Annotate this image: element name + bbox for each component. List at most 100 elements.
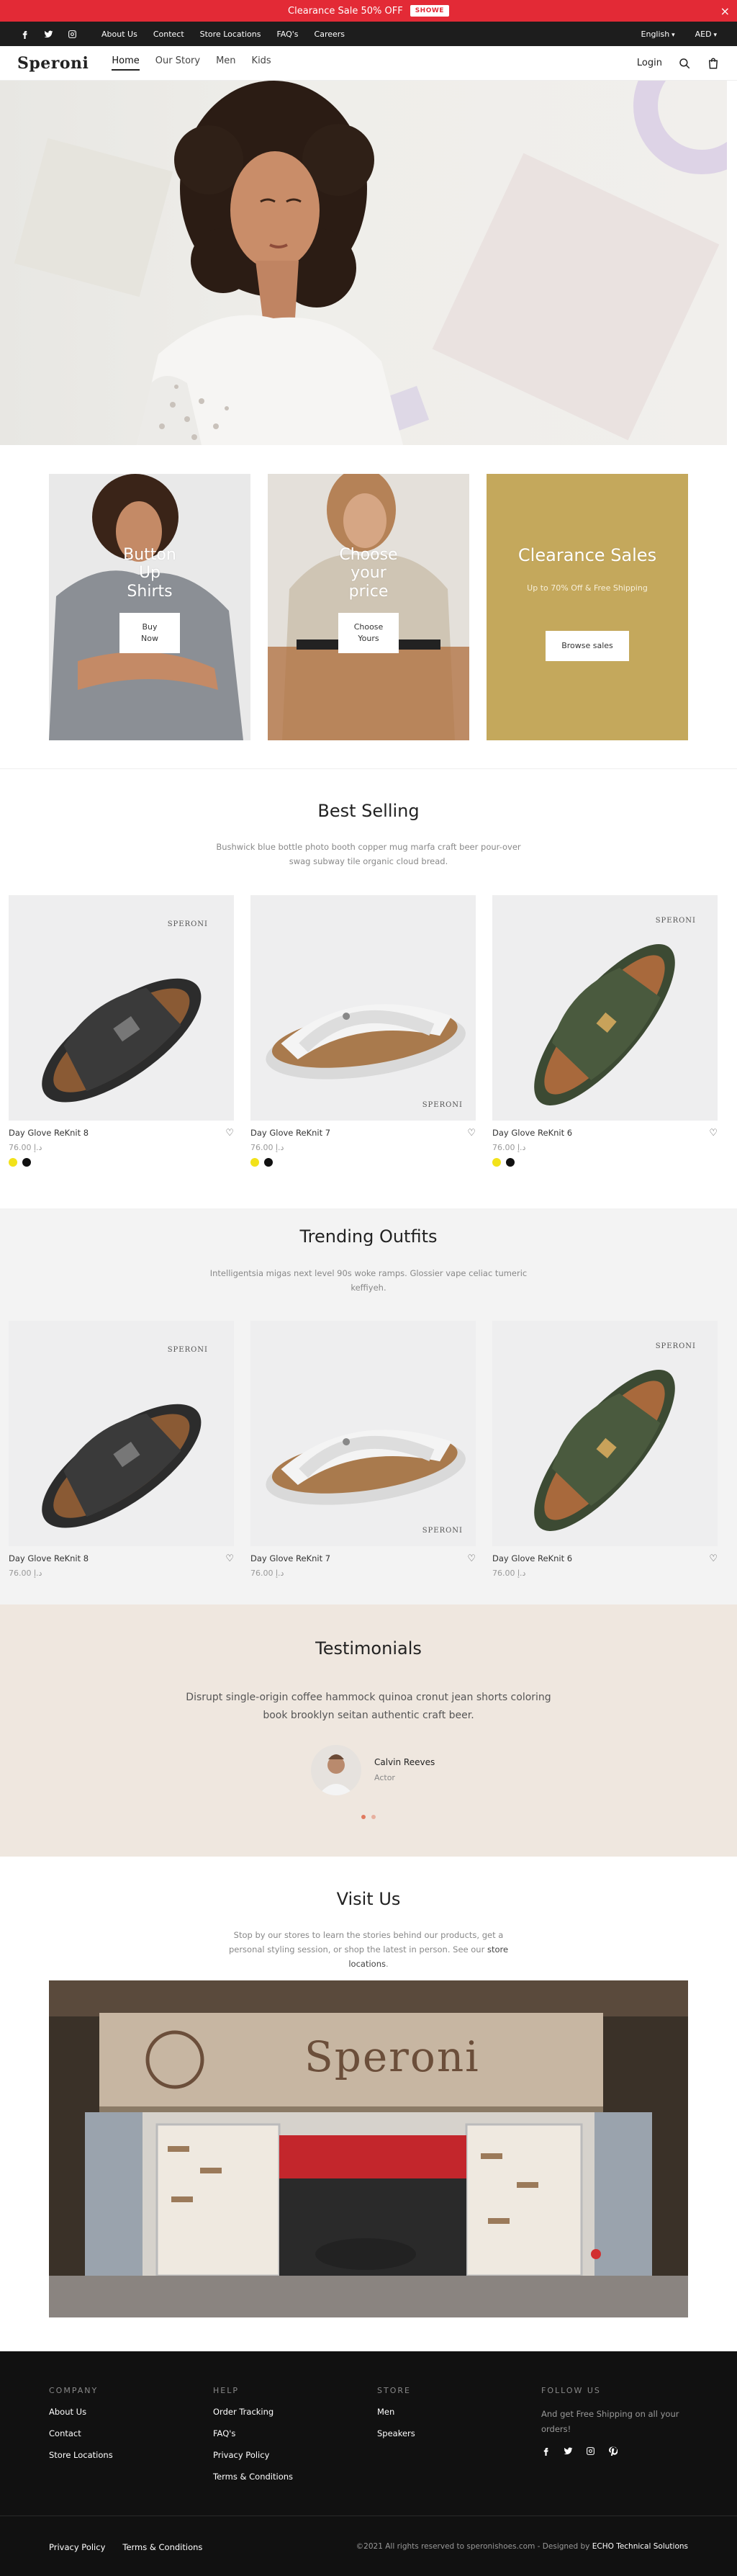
twitter-icon[interactable] [564, 2446, 573, 2456]
heart-icon[interactable]: ♡ [467, 1553, 476, 1564]
promo-card-clearance[interactable]: Clearance Sales Up to 70% Off & Free Shi… [487, 474, 688, 740]
footer-link-contact[interactable]: Contact [49, 2428, 113, 2438]
product-image[interactable]: SPERONI [9, 1321, 234, 1546]
heart-icon[interactable]: ♡ [225, 1553, 234, 1564]
product-brand: SPERONI [656, 917, 696, 925]
top-links: About Us Contect Store Locations FAQ's C… [101, 30, 345, 39]
promo-shirts-title-line: Shirts [127, 582, 173, 601]
heart-icon[interactable]: ♡ [467, 1128, 476, 1139]
logo[interactable]: Speroni [17, 54, 89, 73]
pinterest-icon[interactable] [608, 2446, 618, 2456]
nav-kids[interactable]: Kids [252, 55, 271, 71]
designer-link[interactable]: ECHO Technical Solutions [592, 2542, 688, 2551]
heart-icon[interactable]: ♡ [709, 1128, 718, 1139]
top-link-store-locations[interactable]: Store Locations [200, 30, 261, 39]
hero-decoration [432, 153, 720, 441]
footer-link-faqs[interactable]: FAQ's [213, 2428, 293, 2438]
testimonial-author-role: Actor [374, 1773, 395, 1782]
top-link-careers[interactable]: Careers [315, 30, 345, 39]
footer-link-about[interactable]: About Us [49, 2407, 113, 2417]
cart-icon[interactable] [707, 57, 720, 70]
carousel-dot[interactable] [371, 1815, 376, 1819]
copyright-text: ©2021 All rights reserved to speronishoe… [356, 2542, 592, 2551]
facebook-icon[interactable] [20, 30, 30, 39]
top-link-faqs[interactable]: FAQ's [276, 30, 298, 39]
promo-section: Button Up Shirts Buy Now Choose your pric… [0, 445, 737, 769]
footer-legal: Privacy Policy Terms & Conditions [49, 2542, 202, 2552]
product-name-row: Day Glove ReKnit 8 ♡ [9, 1553, 234, 1564]
footer: COMPANY About Us Contact Store Locations… [0, 2351, 737, 2576]
search-icon[interactable] [678, 57, 691, 70]
heart-icon[interactable]: ♡ [225, 1128, 234, 1139]
choose-yours-label: Choose [353, 621, 384, 632]
carousel-dot[interactable] [361, 1815, 366, 1819]
main-header: Speroni Home Our Story Men Kids Login [0, 46, 737, 81]
product-card[interactable]: SPERONI Day Glove ReKnit 6 ♡ 76.00 د.إ [492, 895, 718, 1167]
facebook-icon[interactable] [541, 2446, 551, 2456]
top-link-contact[interactable]: Contect [153, 30, 184, 39]
choose-yours-button[interactable]: Choose Yours [338, 613, 399, 653]
swatch-black[interactable] [264, 1158, 273, 1167]
footer-link-privacy[interactable]: Privacy Policy [213, 2450, 293, 2460]
product-card[interactable]: SPERONI Day Glove ReKnit 8 ♡ 76.00 د.إ [9, 895, 234, 1167]
announcement-bar: Clearance Sale 50% OFF SHOWE × [0, 0, 737, 22]
product-price: 76.00 د.إ [9, 1143, 42, 1152]
product-name[interactable]: Day Glove ReKnit 7 [250, 1128, 330, 1139]
product-card[interactable]: SPERONI Day Glove ReKnit 8 ♡ 76.00 د.إ [9, 1321, 234, 1578]
product-name[interactable]: Day Glove ReKnit 6 [492, 1553, 572, 1564]
product-image[interactable]: SPERONI [492, 1321, 718, 1546]
announcement-cta-button[interactable]: SHOWE [410, 5, 449, 17]
product-name[interactable]: Day Glove ReKnit 8 [9, 1553, 89, 1564]
footer-link-speakers[interactable]: Speakers [377, 2428, 415, 2438]
product-brand-label: SPERONI [422, 1527, 463, 1535]
browse-sales-button[interactable]: Browse sales [546, 631, 629, 661]
product-image[interactable]: SPERONI [492, 895, 718, 1121]
product-image[interactable]: SPERONI [9, 895, 234, 1121]
swatch-yellow[interactable] [492, 1158, 501, 1167]
nav-home[interactable]: Home [112, 55, 140, 71]
product-card[interactable]: SPERONI Day Glove ReKnit 6 ♡ 76.00 د.إ [492, 1321, 718, 1578]
instagram-icon[interactable] [586, 2446, 595, 2456]
promo-shirts-title: Button Up Shirts [49, 546, 250, 601]
close-icon[interactable]: × [720, 4, 730, 18]
trending-title: Trending Outfits [299, 1226, 438, 1247]
nav-our-story[interactable]: Our Story [155, 55, 200, 71]
login-link[interactable]: Login [637, 58, 662, 68]
swatch-black[interactable] [506, 1158, 515, 1167]
currency-select[interactable]: AED [695, 30, 717, 39]
product-card[interactable]: SPERONI Day Glove ReKnit 7 ♡ 76.00 د.إ [250, 895, 476, 1167]
footer-heading: STORE [377, 2386, 411, 2395]
footer-help: HELP Order Tracking FAQ's Privacy Policy… [213, 2386, 293, 2493]
buy-now-label: Buy [142, 621, 158, 632]
product-image[interactable]: SPERONI [250, 895, 476, 1121]
sandal-image [42, 1404, 202, 1528]
promo-card-price[interactable]: Choose your price Choose Yours [268, 474, 469, 740]
footer-link-store-locations[interactable]: Store Locations [49, 2450, 113, 2460]
footer-link-men[interactable]: Men [377, 2407, 415, 2417]
swatch-yellow[interactable] [250, 1158, 259, 1167]
product-image[interactable]: SPERONI [250, 1321, 476, 1546]
swatch-black[interactable] [22, 1158, 31, 1167]
product-card[interactable]: SPERONI Day Glove ReKnit 7 ♡ 76.00 د.إ [250, 1321, 476, 1578]
legal-terms-link[interactable]: Terms & Conditions [122, 2542, 202, 2552]
product-name[interactable]: Day Glove ReKnit 8 [9, 1128, 89, 1139]
buy-now-button[interactable]: Buy Now [119, 613, 180, 653]
swatch-yellow[interactable] [9, 1158, 17, 1167]
language-select[interactable]: English [641, 30, 675, 39]
product-name[interactable]: Day Glove ReKnit 6 [492, 1128, 572, 1139]
twitter-icon[interactable] [44, 30, 53, 39]
product-price: 76.00 د.إ [492, 1143, 526, 1152]
top-link-about[interactable]: About Us [101, 30, 137, 39]
footer-link-order-tracking[interactable]: Order Tracking [213, 2407, 293, 2417]
store-photo: Speroni [49, 1980, 688, 2317]
legal-privacy-link[interactable]: Privacy Policy [49, 2542, 105, 2552]
footer-follow-text: And get Free Shipping on all your orders… [541, 2409, 679, 2434]
testimonials-title: Testimonials [315, 1638, 422, 1659]
heart-icon[interactable]: ♡ [709, 1553, 718, 1564]
product-name[interactable]: Day Glove ReKnit 7 [250, 1553, 330, 1564]
footer-link-terms[interactable]: Terms & Conditions [213, 2472, 293, 2482]
nav-men[interactable]: Men [216, 55, 235, 71]
promo-card-shirts[interactable]: Button Up Shirts Buy Now [49, 474, 250, 740]
clearance-subtitle: Up to 70% Off & Free Shipping [527, 583, 648, 593]
instagram-icon[interactable] [68, 30, 77, 39]
